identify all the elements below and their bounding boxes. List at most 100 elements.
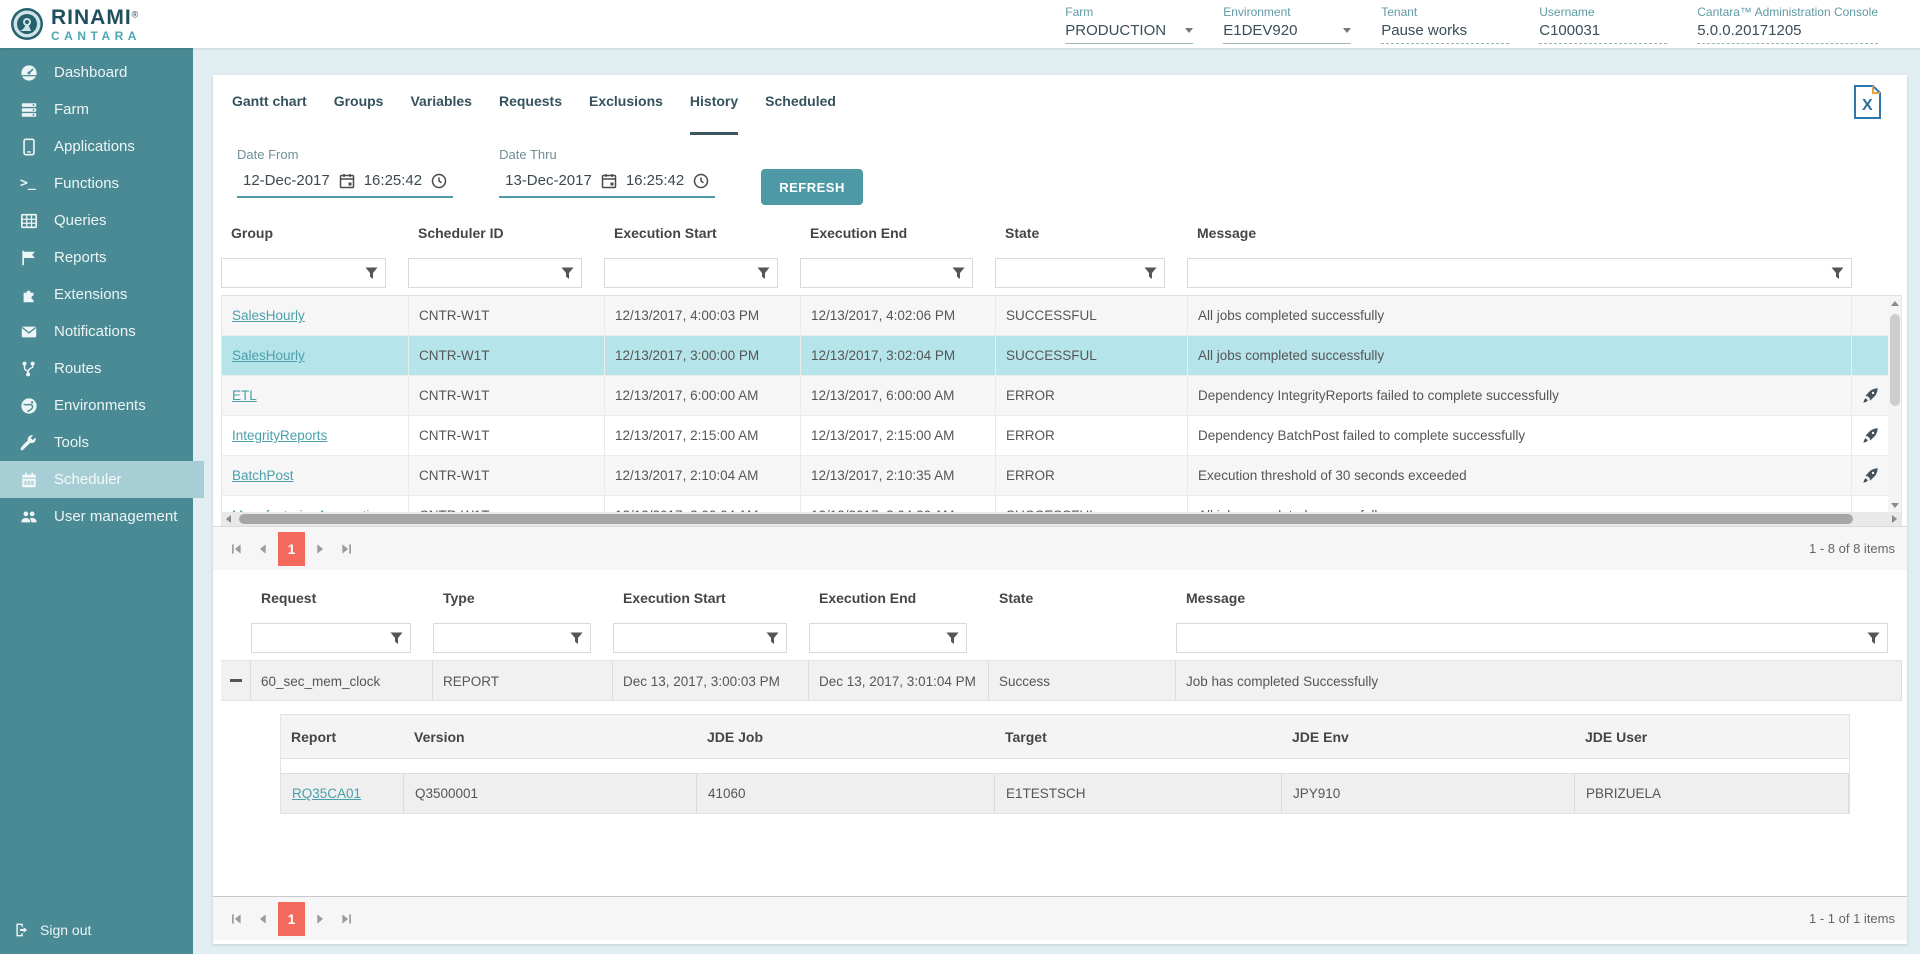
sidebar-item-environments[interactable]: Environments — [0, 387, 193, 424]
group-link[interactable]: IntegrityReports — [232, 428, 327, 443]
table-row-selected[interactable]: SalesHourly CNTR-W1T 12/13/2017, 3:00:00… — [222, 336, 1888, 376]
sidebar-item-farm[interactable]: Farm — [0, 91, 193, 128]
pager-next-button[interactable] — [308, 906, 334, 932]
filter-funnel-icon[interactable] — [766, 632, 779, 645]
filter-input-type[interactable] — [433, 623, 591, 653]
sidebar-item-notifications[interactable]: Notifications — [0, 313, 193, 350]
column-header-message[interactable]: Message — [1187, 225, 1866, 241]
scroll-right-arrow[interactable] — [1892, 515, 1897, 523]
sidebar-item-tools[interactable]: Tools — [0, 424, 193, 461]
pager-last-button[interactable] — [334, 536, 360, 562]
filter-funnel-icon[interactable] — [390, 632, 403, 645]
filter-funnel-icon[interactable] — [1831, 267, 1844, 280]
tab-groups[interactable]: Groups — [334, 93, 384, 135]
tab-gantt-chart[interactable]: Gantt chart — [232, 93, 307, 135]
filter-funnel-icon[interactable] — [365, 267, 378, 280]
column-header-execution-end[interactable]: Execution End — [809, 590, 989, 606]
filter-funnel-icon[interactable] — [757, 267, 770, 280]
pager-page-1[interactable]: 1 — [278, 532, 305, 566]
group-link[interactable]: ETL — [232, 388, 257, 403]
sidebar-item-routes[interactable]: Routes — [0, 350, 193, 387]
sidebar-item-reports[interactable]: Reports — [0, 239, 193, 276]
rocket-icon[interactable] — [1862, 427, 1879, 444]
sidebar-item-scheduler[interactable]: Scheduler — [0, 461, 204, 498]
table-row[interactable]: ManufacturingAccounting CNTR-W1T 12/13/2… — [222, 496, 1888, 512]
filter-input-state[interactable] — [995, 258, 1165, 288]
refresh-button[interactable]: REFRESH — [761, 169, 863, 205]
calendar-icon[interactable] — [601, 173, 617, 189]
sidebar-item-functions[interactable]: >_ Functions — [0, 165, 193, 202]
filter-funnel-icon[interactable] — [946, 632, 959, 645]
filter-input-message[interactable] — [1187, 258, 1852, 288]
column-header-execution-end[interactable]: Execution End — [800, 225, 995, 241]
pager-prev-button[interactable] — [249, 536, 275, 562]
filter-input-execution-start[interactable] — [613, 623, 787, 653]
tab-variables[interactable]: Variables — [410, 93, 472, 135]
group-link[interactable]: BatchPost — [232, 468, 294, 483]
column-header-execution-start[interactable]: Execution Start — [604, 225, 800, 241]
pager-page-1[interactable]: 1 — [278, 902, 305, 936]
filter-input-scheduler-id[interactable] — [408, 258, 582, 288]
date-from-input[interactable]: 12-Dec-2017 16:25:42 — [237, 170, 453, 198]
table-row[interactable]: SalesHourly CNTR-W1T 12/13/2017, 4:00:03… — [222, 296, 1888, 336]
clock-icon[interactable] — [693, 173, 709, 189]
tab-requests[interactable]: Requests — [499, 93, 562, 135]
sidebar-item-queries[interactable]: Queries — [0, 202, 193, 239]
report-row[interactable]: RQ35CA01 Q3500001 41060 E1TESTSCH JPY910… — [281, 773, 1849, 813]
scroll-down-arrow[interactable] — [1888, 498, 1901, 512]
filter-funnel-icon[interactable] — [952, 267, 965, 280]
pager-last-button[interactable] — [334, 906, 360, 932]
column-header-group[interactable]: Group — [221, 225, 408, 241]
rocket-icon[interactable] — [1862, 467, 1879, 484]
vertical-scroll-thumb[interactable] — [1890, 314, 1900, 406]
filter-funnel-icon[interactable] — [570, 632, 583, 645]
vertical-scrollbar[interactable] — [1888, 296, 1901, 512]
clock-icon[interactable] — [431, 173, 447, 189]
column-header-state[interactable]: State — [995, 225, 1187, 241]
filter-funnel-icon[interactable] — [1144, 267, 1157, 280]
filter-input-group[interactable] — [221, 258, 386, 288]
tab-exclusions[interactable]: Exclusions — [589, 93, 663, 135]
column-header-execution-start[interactable]: Execution Start — [613, 590, 809, 606]
scroll-up-arrow[interactable] — [1888, 296, 1901, 310]
sidebar-item-applications[interactable]: Applications — [0, 128, 193, 165]
table-row[interactable]: ETL CNTR-W1T 12/13/2017, 6:00:00 AM 12/1… — [222, 376, 1888, 416]
horizontal-scroll-thumb[interactable] — [239, 514, 1853, 524]
tab-scheduled[interactable]: Scheduled — [765, 93, 836, 135]
table-row[interactable]: BatchPost CNTR-W1T 12/13/2017, 2:10:04 A… — [222, 456, 1888, 496]
report-link[interactable]: RQ35CA01 — [292, 786, 361, 801]
sidebar-item-extensions[interactable]: Extensions — [0, 276, 193, 313]
filter-input-execution-start[interactable] — [604, 258, 778, 288]
table-row[interactable]: IntegrityReports CNTR-W1T 12/13/2017, 2:… — [222, 416, 1888, 456]
filter-input-execution-end[interactable] — [809, 623, 967, 653]
filter-funnel-icon[interactable] — [561, 267, 574, 280]
excel-export-button[interactable]: X — [1849, 83, 1885, 121]
sidebar-item-user-management[interactable]: User management — [0, 498, 193, 535]
pager-first-button[interactable] — [223, 906, 249, 932]
filter-input-execution-end[interactable] — [800, 258, 973, 288]
pager-next-button[interactable] — [308, 536, 334, 562]
column-header-type[interactable]: Type — [433, 590, 613, 606]
column-header-state[interactable]: State — [989, 590, 1176, 606]
calendar-icon[interactable] — [339, 173, 355, 189]
scroll-left-arrow[interactable] — [226, 515, 231, 523]
farm-select[interactable]: Farm PRODUCTION — [1065, 5, 1193, 44]
horizontal-scrollbar[interactable] — [221, 512, 1902, 526]
environment-select[interactable]: Environment E1DEV920 — [1223, 5, 1351, 44]
collapse-toggle-icon[interactable] — [230, 679, 242, 682]
group-link[interactable]: SalesHourly — [232, 348, 305, 363]
sign-out-button[interactable]: Sign out — [0, 911, 91, 948]
rocket-icon[interactable] — [1862, 387, 1879, 404]
tab-history[interactable]: History — [690, 93, 738, 135]
group-link[interactable]: SalesHourly — [232, 308, 305, 323]
date-thru-input[interactable]: 13-Dec-2017 16:25:42 — [499, 170, 715, 198]
filter-input-message[interactable] — [1176, 623, 1888, 653]
filter-funnel-icon[interactable] — [1867, 632, 1880, 645]
column-header-scheduler-id[interactable]: Scheduler ID — [408, 225, 604, 241]
column-header-request[interactable]: Request — [251, 590, 433, 606]
column-header-message[interactable]: Message — [1176, 590, 1902, 606]
pager-prev-button[interactable] — [249, 906, 275, 932]
sidebar-item-dashboard[interactable]: Dashboard — [0, 54, 193, 91]
request-row[interactable]: 60_sec_mem_clock REPORT Dec 13, 2017, 3:… — [221, 660, 1902, 701]
pager-first-button[interactable] — [223, 536, 249, 562]
